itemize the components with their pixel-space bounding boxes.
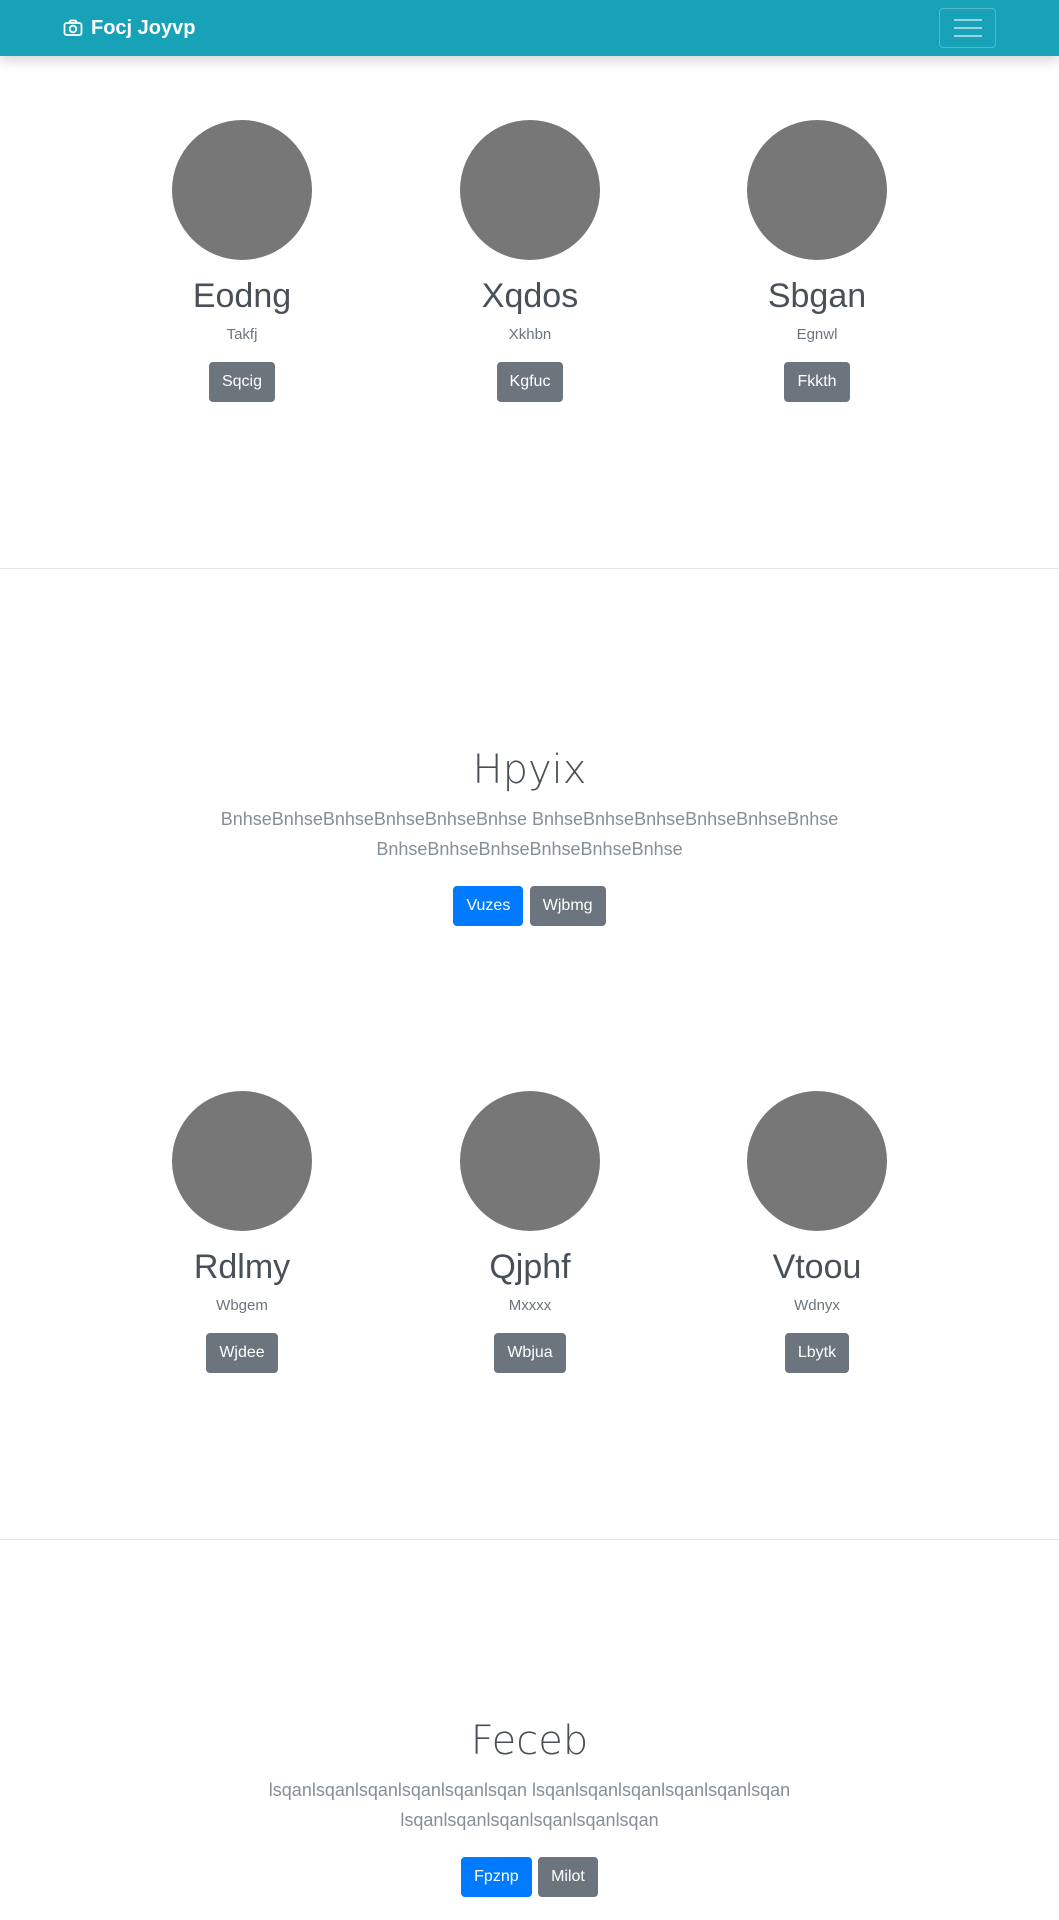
profile-button[interactable]: Kgfuc bbox=[496, 362, 564, 402]
profile-name: Eodng bbox=[192, 277, 292, 315]
hero-primary-button[interactable]: Vuzes bbox=[453, 886, 524, 926]
profile-button[interactable]: Lbytk bbox=[784, 1333, 850, 1373]
hero-title: Feceb bbox=[470, 1718, 589, 1764]
profile-button[interactable]: Wbjua bbox=[494, 1333, 566, 1373]
section-divider bbox=[0, 568, 1059, 569]
profile-subtitle: Wdnyx bbox=[794, 1297, 840, 1314]
profile-button[interactable]: Wjdee bbox=[206, 1333, 278, 1373]
profile-name: Vtoou bbox=[772, 1248, 862, 1286]
hero-secondary-button[interactable]: Milot bbox=[538, 1857, 598, 1897]
profile-button[interactable]: Sqcig bbox=[208, 362, 276, 402]
profile-card: Eodng Takfj Sqcig bbox=[122, 120, 362, 402]
section-divider bbox=[0, 1539, 1059, 1540]
hero-title: Hpyix bbox=[472, 747, 587, 793]
avatar bbox=[172, 120, 312, 260]
profile-card: Xqdos Xkhbn Kgfuc bbox=[410, 120, 650, 402]
profile-subtitle: Mxxxx bbox=[508, 1297, 552, 1314]
profile-card: Vtoou Wdnyx Lbytk bbox=[697, 1091, 937, 1373]
hamburger-menu-icon bbox=[953, 19, 982, 37]
profile-subtitle: Xkhbn bbox=[508, 326, 552, 343]
hero-lead: BnhseBnhseBnhseBnhseBnhseBnhse BnhseBnhs… bbox=[220, 809, 839, 859]
profile-card: Rdlmy Wbgem Wjdee bbox=[122, 1091, 362, 1373]
navbar-toggler-button[interactable] bbox=[939, 8, 996, 48]
profile-name: Xqdos bbox=[481, 277, 579, 315]
avatar bbox=[747, 120, 887, 260]
brand-label: Focj Joyvp bbox=[91, 16, 196, 39]
profile-name: Rdlmy bbox=[193, 1248, 291, 1286]
avatar bbox=[460, 1091, 600, 1231]
profile-name: Sbgan bbox=[767, 277, 867, 315]
avatar bbox=[460, 120, 600, 260]
profile-subtitle: Egnwl bbox=[796, 326, 838, 343]
profile-button[interactable]: Fkkth bbox=[784, 362, 850, 402]
camera-icon bbox=[63, 19, 83, 36]
navbar: Focj Joyvp bbox=[0, 0, 1059, 56]
profile-subtitle: Takfj bbox=[226, 326, 258, 343]
avatar bbox=[747, 1091, 887, 1231]
hero-actions: Vuzes Wjbmg bbox=[0, 886, 1059, 926]
hero-secondary-button[interactable]: Wjbmg bbox=[529, 886, 606, 926]
hero-primary-button[interactable]: Fpznp bbox=[461, 1857, 532, 1897]
hero-actions: Fpznp Milot bbox=[0, 1857, 1059, 1897]
profile-name: Qjphf bbox=[489, 1248, 571, 1286]
navbar-brand[interactable]: Focj Joyvp bbox=[63, 0, 195, 56]
avatar bbox=[172, 1091, 312, 1231]
profile-subtitle: Wbgem bbox=[216, 1297, 268, 1314]
hero-section: Hpyix BnhseBnhseBnhseBnhseBnhseBnhse Bnh… bbox=[0, 746, 1059, 926]
hero-lead: lsqanlsqanlsqanlsqanlsqanlsqan lsqanlsqa… bbox=[268, 1780, 791, 1830]
hero-section: Feceb lsqanlsqanlsqanlsqanlsqanlsqan lsq… bbox=[0, 1717, 1059, 1897]
profile-card: Qjphf Mxxxx Wbjua bbox=[410, 1091, 650, 1373]
profile-card: Sbgan Egnwl Fkkth bbox=[697, 120, 937, 402]
